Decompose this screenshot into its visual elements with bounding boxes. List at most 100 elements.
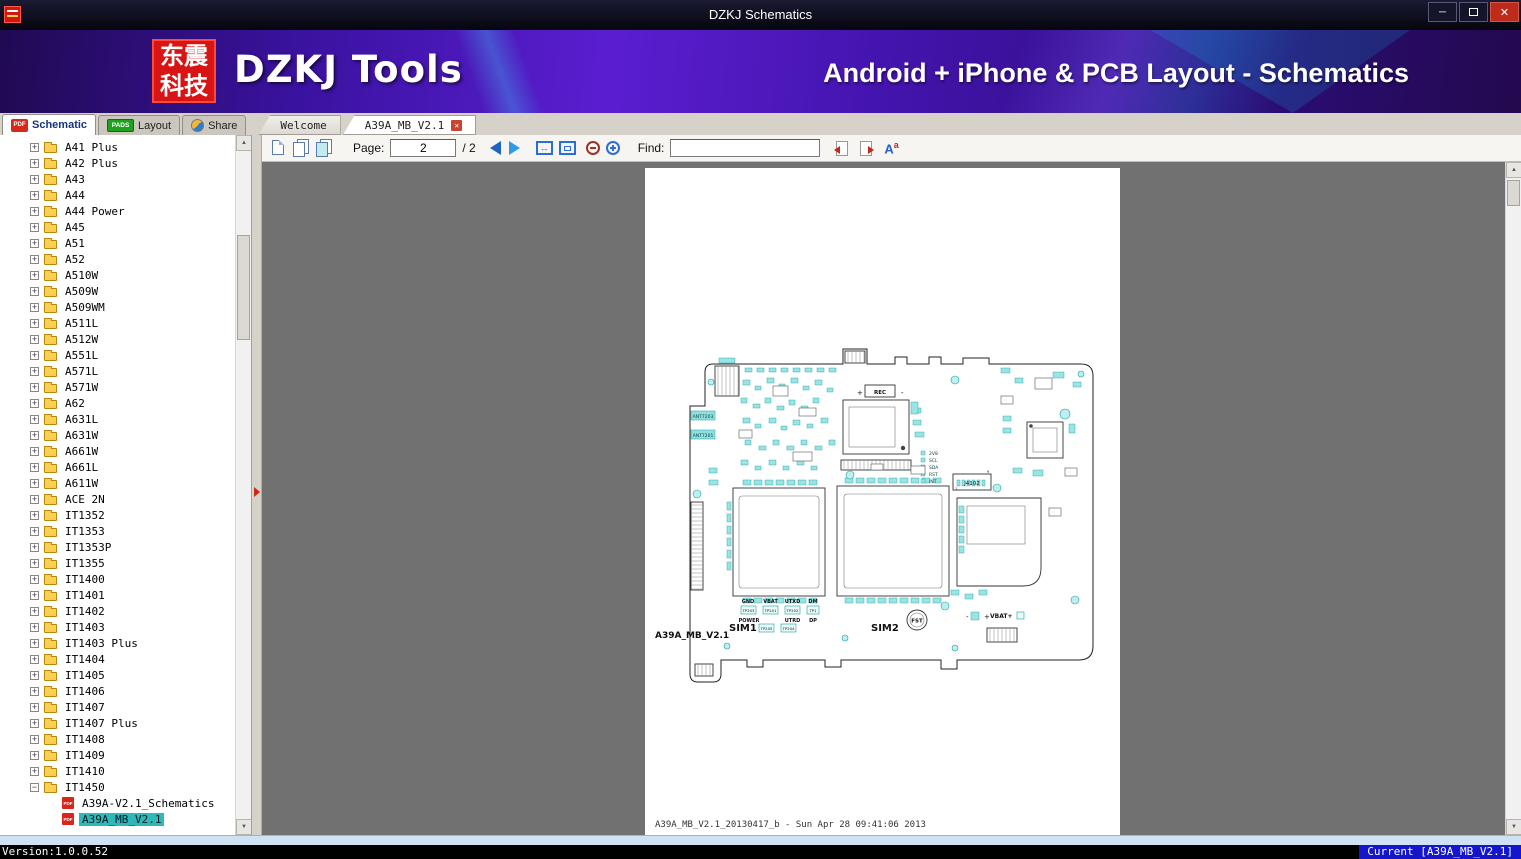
tree-item-folder[interactable]: + IT1401	[0, 587, 235, 603]
expand-icon[interactable]: +	[30, 174, 39, 184]
expand-icon[interactable]: +	[30, 254, 39, 264]
expand-icon[interactable]: +	[30, 526, 39, 536]
tree-item-folder[interactable]: + A512W	[0, 331, 235, 347]
tree-item-folder[interactable]: + A509W	[0, 283, 235, 299]
tree-item-folder[interactable]: + IT1406	[0, 683, 235, 699]
expand-icon[interactable]: +	[30, 750, 39, 760]
tree-item-folder[interactable]: + A661L	[0, 459, 235, 475]
tree-item-folder[interactable]: + IT1403 Plus	[0, 635, 235, 651]
expand-icon[interactable]: +	[30, 558, 39, 568]
expand-icon[interactable]: +	[30, 430, 39, 440]
expand-icon[interactable]: +	[30, 238, 39, 248]
tree-item-folder[interactable]: + A661W	[0, 443, 235, 459]
tree-item-folder[interactable]: + IT1410	[0, 763, 235, 779]
tree-item-pdf[interactable]: PDF A39A-V2.1_Schematics	[0, 795, 235, 811]
expand-icon[interactable]: +	[30, 622, 39, 632]
tree-item-folder[interactable]: + IT1408	[0, 731, 235, 747]
collapse-arrow-icon[interactable]	[254, 487, 260, 497]
scrollbar-thumb[interactable]	[237, 235, 250, 340]
tree-item-folder[interactable]: + A45	[0, 219, 235, 235]
tree-item-folder[interactable]: + A62	[0, 395, 235, 411]
expand-icon[interactable]: +	[30, 702, 39, 712]
expand-icon[interactable]: +	[30, 190, 39, 200]
tree-item-folder[interactable]: + IT1353P	[0, 539, 235, 555]
expand-icon[interactable]: +	[30, 478, 39, 488]
expand-icon[interactable]: +	[30, 638, 39, 648]
expand-icon[interactable]: +	[30, 590, 39, 600]
tree-item-folder[interactable]: + A611W	[0, 475, 235, 491]
tree-item-folder[interactable]: + A631W	[0, 427, 235, 443]
expand-icon[interactable]: +	[30, 670, 39, 680]
scroll-up-icon[interactable]: ▲	[1506, 162, 1521, 178]
expand-icon[interactable]: +	[30, 318, 39, 328]
match-case-icon[interactable]: Aa	[884, 140, 898, 156]
expand-icon[interactable]: +	[30, 302, 39, 312]
tree-item-folder[interactable]: + IT1409	[0, 747, 235, 763]
expand-icon[interactable]: +	[30, 462, 39, 472]
expand-icon[interactable]: +	[30, 366, 39, 376]
expand-icon[interactable]: +	[30, 414, 39, 424]
expand-icon[interactable]: +	[30, 206, 39, 216]
tree-item-folder[interactable]: + A571L	[0, 363, 235, 379]
scroll-down-icon[interactable]: ▼	[1506, 819, 1521, 835]
find-input[interactable]	[670, 139, 821, 157]
tree-item-folder[interactable]: + IT1352	[0, 507, 235, 523]
tab-share[interactable]: Share	[182, 115, 247, 135]
find-next-icon[interactable]	[860, 140, 875, 156]
expand-icon[interactable]: +	[30, 718, 39, 728]
copy-pages-icon[interactable]	[293, 139, 310, 157]
expand-icon[interactable]: +	[30, 654, 39, 664]
collapse-icon[interactable]: −	[30, 782, 39, 792]
expand-icon[interactable]: +	[30, 606, 39, 616]
tree-item-folder[interactable]: + A510W	[0, 267, 235, 283]
tree-item-folder[interactable]: + IT1402	[0, 603, 235, 619]
expand-icon[interactable]: +	[30, 334, 39, 344]
tree-item-folder[interactable]: + A631L	[0, 411, 235, 427]
tab-schematic[interactable]: PDF Schematic	[2, 114, 97, 135]
tree-item-folder[interactable]: + ACE 2N	[0, 491, 235, 507]
tree-item-folder[interactable]: + A42 Plus	[0, 155, 235, 171]
scroll-down-icon[interactable]: ▼	[236, 819, 251, 835]
tree-item-folder[interactable]: + IT1404	[0, 651, 235, 667]
tab-close-icon[interactable]: ✕	[451, 119, 463, 131]
minimize-button[interactable]: ─	[1428, 2, 1457, 22]
expand-icon[interactable]: +	[30, 286, 39, 296]
scrollbar-thumb[interactable]	[1507, 180, 1520, 206]
tree-item-folder[interactable]: + A509WM	[0, 299, 235, 315]
sidebar-scrollbar[interactable]: ▲ ▼	[235, 135, 251, 835]
expand-icon[interactable]: +	[30, 494, 39, 504]
tree-item-folder[interactable]: + A44	[0, 187, 235, 203]
tree-item-folder[interactable]: + A52	[0, 251, 235, 267]
find-previous-icon[interactable]	[834, 140, 849, 156]
tree-item-folder[interactable]: + A571W	[0, 379, 235, 395]
expand-icon[interactable]: +	[30, 222, 39, 232]
snapshot-icon[interactable]	[316, 139, 333, 157]
fit-width-icon[interactable]: ↔	[535, 141, 553, 155]
tree-item-folder[interactable]: + IT1355	[0, 555, 235, 571]
close-button[interactable]: ✕	[1490, 2, 1519, 22]
tree-item-folder[interactable]: − IT1450	[0, 779, 235, 795]
expand-icon[interactable]: +	[30, 766, 39, 776]
doc-tab-welcome[interactable]: Welcome	[258, 115, 341, 135]
tree-item-folder[interactable]: + A43	[0, 171, 235, 187]
zoom-in-icon[interactable]	[605, 141, 620, 155]
tree-item-folder[interactable]: + IT1403	[0, 619, 235, 635]
expand-icon[interactable]: +	[30, 446, 39, 456]
expand-icon[interactable]: +	[30, 574, 39, 584]
expand-icon[interactable]: +	[30, 270, 39, 280]
expand-icon[interactable]: +	[30, 542, 39, 552]
tree-item-folder[interactable]: + IT1407 Plus	[0, 715, 235, 731]
doc-tab-a39a[interactable]: A39A_MB_V2.1 ✕	[342, 115, 477, 135]
sidebar-splitter[interactable]	[252, 135, 262, 835]
tree-item-folder[interactable]: + A51	[0, 235, 235, 251]
tree-item-folder[interactable]: + A44 Power	[0, 203, 235, 219]
tree-item-folder[interactable]: + A511L	[0, 315, 235, 331]
expand-icon[interactable]: +	[30, 158, 39, 168]
tree-item-folder[interactable]: + IT1405	[0, 667, 235, 683]
scroll-up-icon[interactable]: ▲	[236, 135, 251, 151]
expand-icon[interactable]: +	[30, 350, 39, 360]
expand-icon[interactable]: +	[30, 734, 39, 744]
tree-item-folder[interactable]: + IT1353	[0, 523, 235, 539]
expand-icon[interactable]: +	[30, 398, 39, 408]
expand-icon[interactable]: +	[30, 382, 39, 392]
